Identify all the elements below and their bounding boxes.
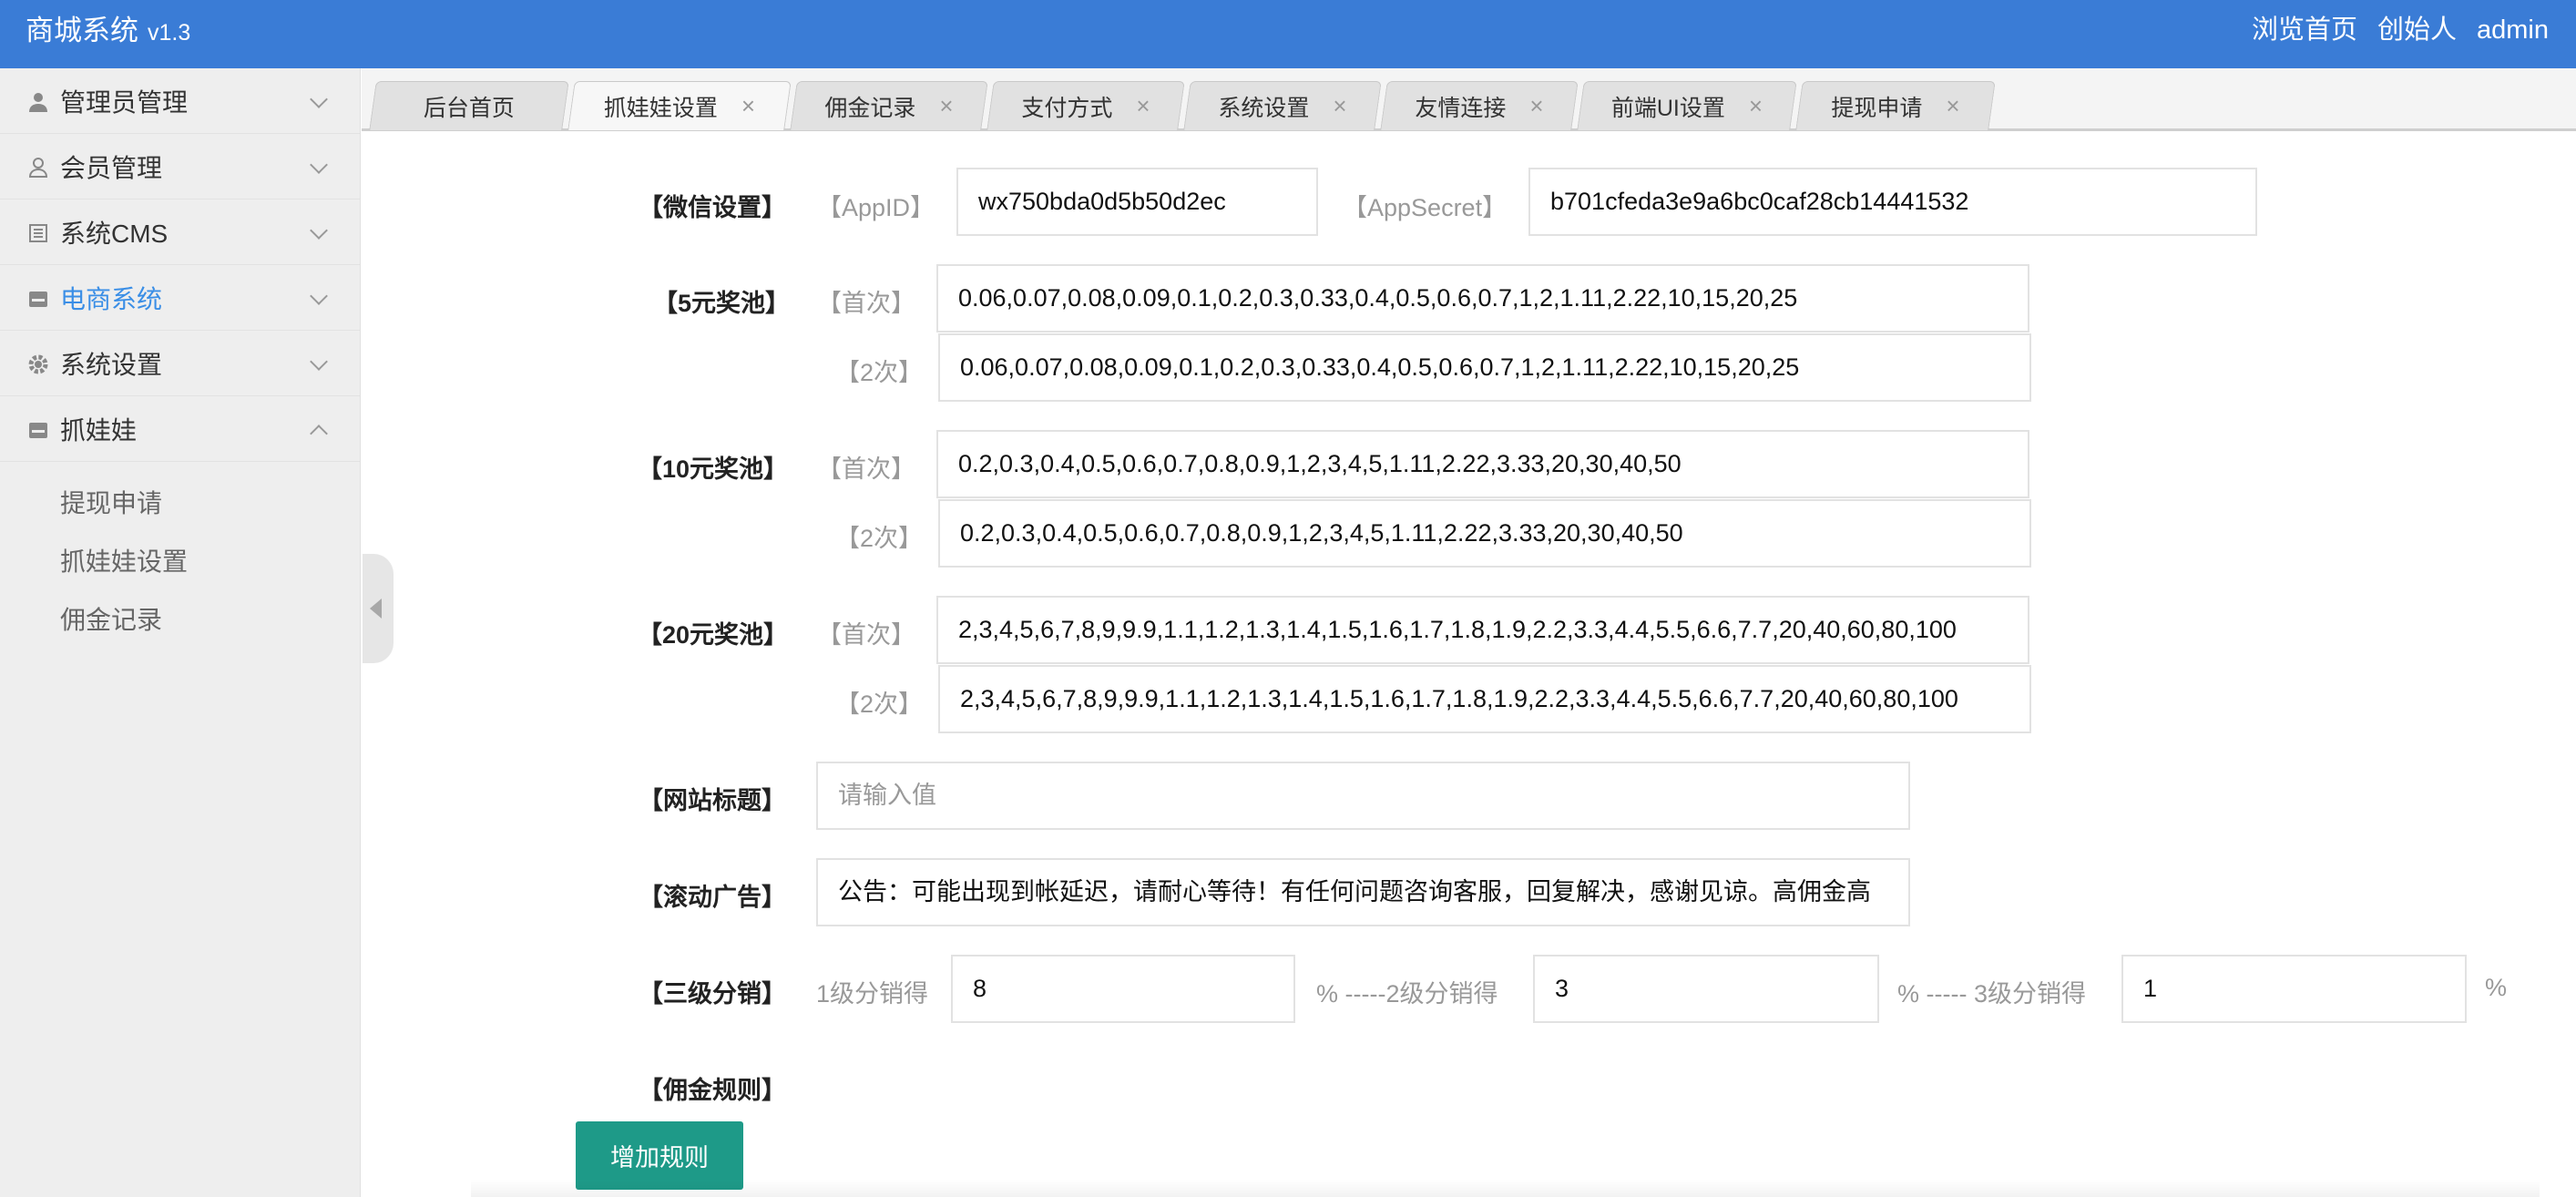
tab-label: 系统设置: [1218, 95, 1310, 121]
tab-label: 提现申请: [1831, 95, 1923, 121]
shop-icon: [27, 287, 49, 309]
first-label: 【首次】: [817, 621, 915, 649]
sidebar-item-members[interactable]: 会员管理: [0, 134, 360, 200]
first-label: 【首次】: [817, 455, 915, 483]
founder-link[interactable]: 创始人: [2377, 0, 2457, 60]
site-title-label: 【网站标题】: [639, 787, 786, 814]
first-label: 【首次】: [817, 290, 915, 317]
game-icon: [27, 418, 49, 440]
wechat-settings-label: 【微信设置】: [639, 194, 786, 221]
distribution-label: 【三级分销】: [639, 980, 786, 1008]
app-brand: 商城系统 v1.3: [26, 0, 190, 62]
tab-label: 前端UI设置: [1610, 95, 1725, 121]
tab-friend-links[interactable]: 友情连接 ×: [1380, 81, 1579, 130]
submenu-item-withdraw[interactable]: 提现申请: [0, 475, 360, 533]
submenu-item-claw-settings[interactable]: 抓娃娃设置: [0, 533, 360, 591]
tab-system-settings[interactable]: 系统设置 ×: [1183, 81, 1382, 130]
close-icon[interactable]: ×: [939, 92, 953, 120]
sidebar-item-ecommerce[interactable]: 电商系统: [0, 265, 360, 331]
marquee-label: 【滚动广告】: [639, 884, 786, 911]
level3-label: % ----- 3级分销得: [1897, 980, 2086, 1008]
bottom-shadow: [471, 1179, 2540, 1197]
second-label: 【2次】: [835, 525, 924, 552]
pool-10-first-field[interactable]: 0.2,0.3,0.4,0.5,0.6,0.7,0.8,0.9,1,2,3,4,…: [936, 430, 2029, 498]
pool-10-second-field[interactable]: 0.2,0.3,0.4,0.5,0.6,0.7,0.8,0.9,1,2,3,4,…: [938, 499, 2031, 568]
site-title-input[interactable]: [816, 762, 1910, 830]
header-links: 浏览首页 创始人 admin: [2252, 0, 2549, 60]
tab-commission[interactable]: 佣金记录 ×: [790, 81, 988, 130]
level3-field[interactable]: 1: [2121, 955, 2467, 1023]
appid-field[interactable]: wx750bda0d5b50d2ec: [956, 168, 1318, 236]
level2-field[interactable]: 3: [1533, 955, 1879, 1023]
tab-label: 抓娃娃设置: [603, 95, 718, 121]
app-title: 商城系统: [26, 15, 138, 46]
close-icon[interactable]: ×: [1946, 92, 1959, 120]
tab-label: 友情连接: [1415, 95, 1507, 121]
appsecret-label: 【AppSecret】: [1343, 194, 1508, 221]
tab-payment[interactable]: 支付方式 ×: [986, 81, 1185, 130]
appsecret-field[interactable]: b701cfeda3e9a6bc0caf28cb14441532: [1528, 168, 2257, 236]
tab-claw-settings[interactable]: 抓娃娃设置 ×: [567, 81, 792, 130]
tab-dashboard[interactable]: 后台首页: [369, 81, 569, 130]
commission-rules-label: 【佣金规则】: [639, 1077, 786, 1104]
pool-5-second-field[interactable]: 0.06,0.07,0.08,0.09,0.1,0.2,0.3,0.33,0.4…: [938, 333, 2031, 402]
top-header: 商城系统 v1.3 浏览首页 创始人 admin: [0, 0, 2576, 68]
pool-5-first-field[interactable]: 0.06,0.07,0.08,0.09,0.1,0.2,0.3,0.33,0.4…: [936, 264, 2029, 332]
close-icon[interactable]: ×: [1749, 92, 1763, 120]
sidebar: 管理员管理 会员管理 系统CMS 电商系统 系统设置 抓娃娃 提现申请 抓娃娃设…: [0, 68, 361, 1197]
pool-20-second-field[interactable]: 2,3,4,5,6,7,8,9,9.9,1.1,1.2,1.3,1.4,1.5,…: [938, 665, 2031, 733]
claw-settings-form: 【微信设置】 【AppID】 wx750bda0d5b50d2ec 【AppSe…: [362, 131, 2576, 1197]
sidebar-item-cms[interactable]: 系统CMS: [0, 200, 360, 265]
sidebar-item-admin[interactable]: 管理员管理: [0, 68, 360, 134]
tab-label: 支付方式: [1021, 95, 1113, 121]
tab-withdraw[interactable]: 提现申请 ×: [1795, 81, 1996, 130]
close-icon[interactable]: ×: [1136, 92, 1150, 120]
level1-label: 1级分销得: [816, 980, 929, 1008]
app-version: v1.3: [148, 20, 191, 46]
close-icon[interactable]: ×: [1333, 92, 1346, 120]
pool-5-label: 【5元奖池】: [653, 290, 791, 317]
sidebar-item-settings[interactable]: 系统设置: [0, 331, 360, 396]
pool-20-label: 【20元奖池】: [638, 621, 789, 649]
marquee-field[interactable]: 公告：可能出现到帐延迟，请耐心等待！有任何问题咨询客服，回复解决，感谢见谅。高佣…: [816, 858, 1910, 926]
appid-label: 【AppID】: [817, 194, 935, 221]
second-label: 【2次】: [835, 691, 924, 718]
browse-home-link[interactable]: 浏览首页: [2252, 0, 2357, 60]
second-label: 【2次】: [835, 359, 924, 386]
sidebar-item-claw-machine[interactable]: 抓娃娃: [0, 396, 360, 462]
close-icon[interactable]: ×: [1529, 92, 1543, 120]
user-icon: [27, 90, 49, 112]
close-icon[interactable]: ×: [741, 92, 755, 120]
gear-icon: [27, 353, 49, 374]
submenu-item-commission[interactable]: 佣金记录: [0, 591, 360, 650]
claw-machine-submenu: 提现申请 抓娃娃设置 佣金记录: [0, 462, 360, 650]
tab-bar: 后台首页 抓娃娃设置 × 佣金记录 × 支付方式 × 系统设置 × 友情连接 × 前端UI…: [362, 68, 2576, 131]
pool-10-label: 【10元奖池】: [638, 455, 789, 483]
pool-20-first-field[interactable]: 2,3,4,5,6,7,8,9,9.9,1.1,1.2,1.3,1.4,1.5,…: [936, 596, 2029, 664]
document-icon: [27, 221, 49, 243]
member-icon: [27, 156, 49, 178]
level2-label: % -----2级分销得: [1316, 980, 1498, 1008]
tab-label: 佣金记录: [824, 95, 916, 121]
tab-label: 后台首页: [423, 95, 515, 121]
percent-suffix: %: [2485, 974, 2508, 1001]
tab-frontend-ui[interactable]: 前端UI设置 ×: [1577, 81, 1797, 130]
level1-field[interactable]: 8: [951, 955, 1295, 1023]
admin-user-link[interactable]: admin: [2477, 0, 2549, 60]
